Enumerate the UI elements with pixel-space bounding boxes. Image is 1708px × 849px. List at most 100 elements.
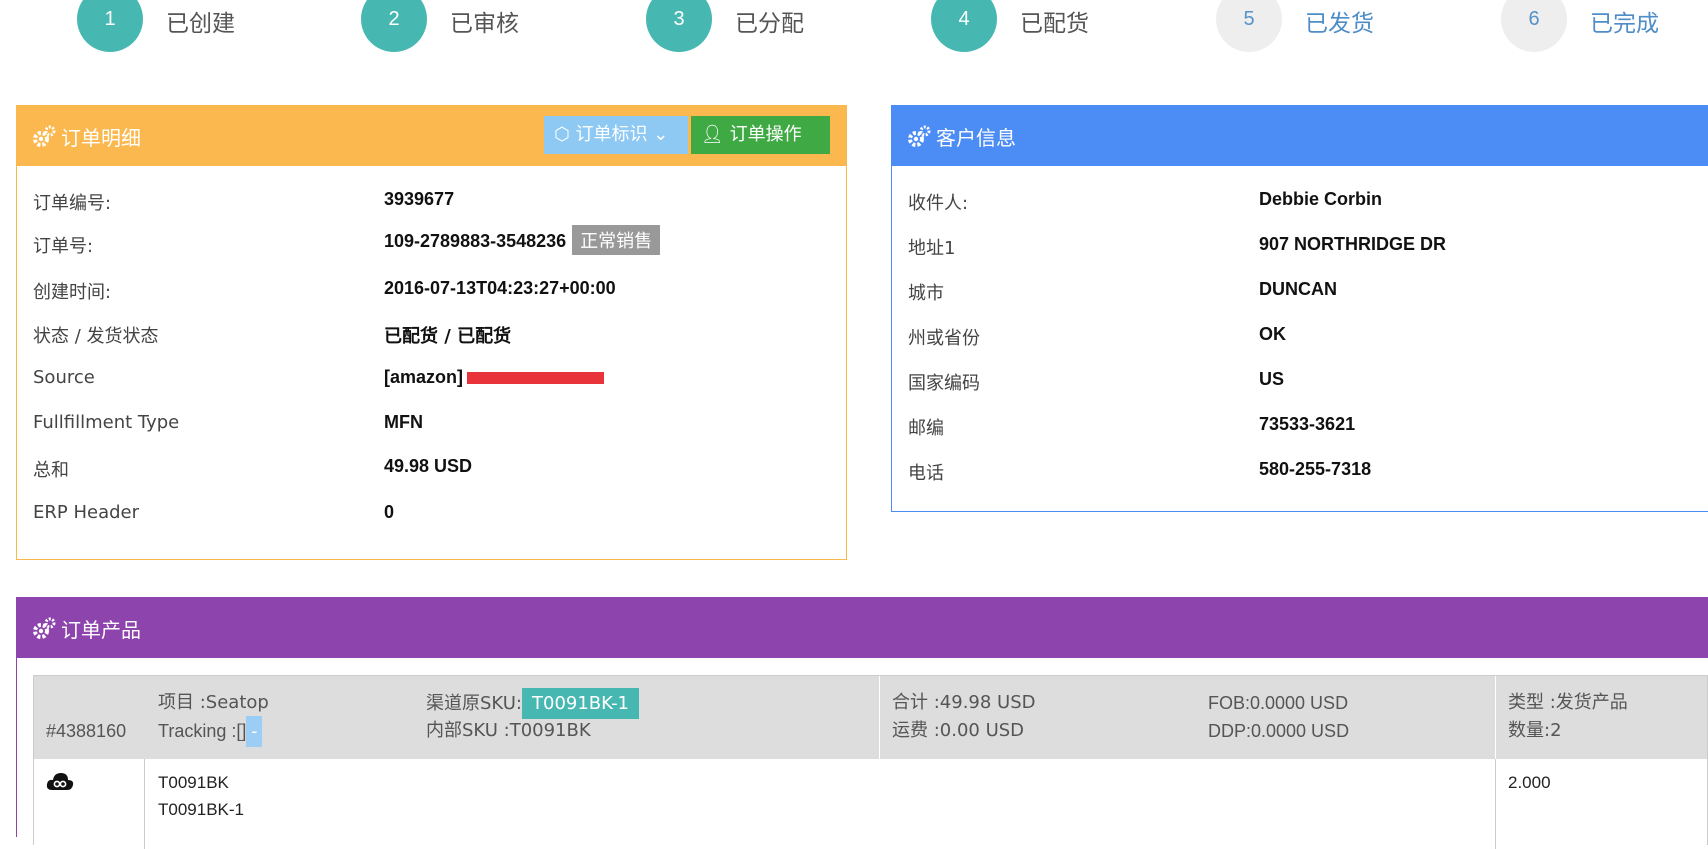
field-value: MFN <box>384 412 423 432</box>
field-country: 国家编码 US <box>892 359 1708 403</box>
sales-type-badge: 正常销售 <box>572 225 661 255</box>
internal-sku: 内部SKU :T0091BK <box>426 720 591 741</box>
customer-info-panel: 客户信息 收件人: Debbie Corbin 地址1 907 NORTHRID… <box>891 105 1708 512</box>
field-order-id: 订单编号: 3939677 <box>17 179 846 223</box>
order-detail-panel: 订单明细 ⬡ 订单标识 ⌄ 👤︎ 订单操作 ⌄ 订单编号: 3939677 订单… <box>16 105 847 560</box>
step-label: 已审核 <box>450 11 519 37</box>
field-label: Source <box>33 367 95 388</box>
divider <box>879 676 880 759</box>
product-table: #4388160 项目 :Seatop Tracking :[] - 渠道原SKU… <box>33 675 1708 849</box>
field-label: 状态 / 发货状态 <box>33 326 159 347</box>
field-status: 状态 / 发货状态 已配货 / 已配货 <box>17 312 846 356</box>
field-source: Source [amazon] <box>17 357 846 401</box>
field-order-number: 订单号: 109-2789883-3548236 正常销售 <box>17 222 846 266</box>
divider <box>1495 676 1496 759</box>
button-label: 订单标识 <box>575 124 648 145</box>
tracking-tag[interactable]: - <box>246 716 263 747</box>
divider <box>1495 759 1496 849</box>
step-label[interactable]: 已发货 <box>1305 4 1374 38</box>
sku-channel: T0091BK-1 <box>158 800 244 819</box>
field-value: Debbie Corbin <box>1259 189 1383 209</box>
type-text: 类型 :发货产品 <box>1508 692 1628 713</box>
field-state: 州或省份 OK <box>892 314 1708 358</box>
step-number: 3 <box>646 0 712 52</box>
field-value: 73533-3621 <box>1259 414 1356 434</box>
field-label: 收件人: <box>908 193 969 214</box>
ddp-text: DDP:0.0000 USD <box>1208 721 1350 741</box>
qty-text: 数量:2 <box>1508 720 1562 741</box>
redaction-mark <box>467 372 605 385</box>
codepen-icon: ⬡ <box>554 124 570 145</box>
field-value: [amazon] <box>384 367 464 387</box>
field-value: 3939677 <box>384 189 455 209</box>
tracking-text: Tracking :[] <box>158 721 247 741</box>
sku-primary: T0091BK <box>158 773 229 792</box>
total-text: 合计 :49.98 USD <box>892 692 1036 713</box>
field-value: DUNCAN <box>1259 279 1337 299</box>
field-value: OK <box>1259 324 1286 344</box>
channel-sku-tag: T0091BK-1 <box>522 688 640 719</box>
field-value: US <box>1259 369 1285 389</box>
field-label: 创建时间: <box>33 282 112 303</box>
divider <box>144 759 145 849</box>
field-address1: 地址1 907 NORTHRIDGE DR <box>892 224 1708 268</box>
field-label: Fullfillment Type <box>33 412 180 433</box>
field-label: 国家编码 <box>908 373 980 394</box>
field-value: 580-255-7318 <box>1259 459 1372 479</box>
panel-header: 客户信息 <box>892 106 1708 166</box>
progress-steps: 1 已创建 2 已审核 3 已分配 4 已配货 5 已发货 6 已完成 <box>0 0 1708 70</box>
field-label: ERP Header <box>33 502 139 523</box>
product-line-id: #4388160 <box>46 721 127 741</box>
shipping-text: 运费 :0.00 USD <box>892 720 1025 741</box>
field-label: 订单编号: <box>33 193 112 214</box>
field-label: 总和 <box>33 460 69 481</box>
field-value: 2016-07-13T04:23:27+00:00 <box>384 278 616 298</box>
field-total: 总和 49.98 USD <box>17 446 846 490</box>
field-value-wrap: [amazon] <box>384 367 605 388</box>
project-text: 项目 :Seatop <box>158 692 269 713</box>
field-label: 城市 <box>908 283 944 304</box>
button-label: 订单操作 <box>729 124 802 145</box>
step-label: 已分配 <box>735 11 804 37</box>
field-fulfillment: Fullfillment Type MFN <box>17 402 846 446</box>
fob-text: FOB:0.0000 USD <box>1208 693 1349 713</box>
field-value: 49.98 USD <box>384 456 473 476</box>
field-label: 州或省份 <box>908 328 980 349</box>
order-products-panel: 订单产品 #4388160 项目 :Seatop Tracking :[] - 渠… <box>16 597 1708 849</box>
field-recipient: 收件人: Debbie Corbin <box>892 179 1708 223</box>
field-value: 109-2789883-3548236 <box>384 231 567 251</box>
field-created-time: 创建时间: 2016-07-13T04:23:27+00:00 <box>17 268 846 312</box>
item-qty: 2.000 <box>1508 773 1551 792</box>
field-value-wrap: 109-2789883-3548236 正常销售 <box>384 225 661 255</box>
panel-header: 订单产品 <box>17 598 1708 658</box>
field-label: 电话 <box>908 463 944 484</box>
step-number: 5 <box>1216 0 1282 52</box>
step-number: 4 <box>931 0 997 52</box>
field-value: 已配货 / 已配货 <box>384 326 512 347</box>
panel-header: 订单明细 ⬡ 订单标识 ⌄ 👤︎ 订单操作 ⌄ <box>17 106 846 183</box>
gears-icon <box>32 617 56 641</box>
field-label: 邮编 <box>908 418 944 439</box>
step-label: 已配货 <box>1020 11 1089 37</box>
gears-icon <box>907 125 931 149</box>
channel-sku-label: 渠道原SKU: <box>426 693 522 714</box>
cloud-icon[interactable] <box>46 771 74 793</box>
step-label[interactable]: 已完成 <box>1590 4 1659 38</box>
field-label: 地址1 <box>908 238 956 259</box>
panel-title: 订单明细 <box>61 126 141 150</box>
user-icon: 👤︎ <box>701 124 724 145</box>
tracking-wrap: Tracking :[] - <box>158 716 263 747</box>
field-value: 0 <box>384 502 395 522</box>
field-zip: 邮编 73533-3621 <box>892 404 1708 448</box>
panel-title: 订单产品 <box>61 618 141 642</box>
field-value: 907 NORTHRIDGE DR <box>1259 234 1447 254</box>
order-ops-button[interactable]: 👤︎ 订单操作 ⌄ <box>691 116 830 183</box>
product-item-row: T0091BK T0091BK-1 2.000 <box>34 759 1707 849</box>
channel-sku-wrap: 渠道原SKU: T0091BK-1 <box>426 688 640 719</box>
panel-title: 客户信息 <box>936 126 1016 150</box>
order-mark-button[interactable]: ⬡ 订单标识 ⌄ <box>544 116 688 154</box>
step-number: 6 <box>1501 0 1567 52</box>
field-label: 订单号: <box>33 236 94 257</box>
product-summary-row: #4388160 项目 :Seatop Tracking :[] - 渠道原SKU… <box>34 676 1707 759</box>
field-phone: 电话 580-255-7318 <box>892 449 1708 493</box>
